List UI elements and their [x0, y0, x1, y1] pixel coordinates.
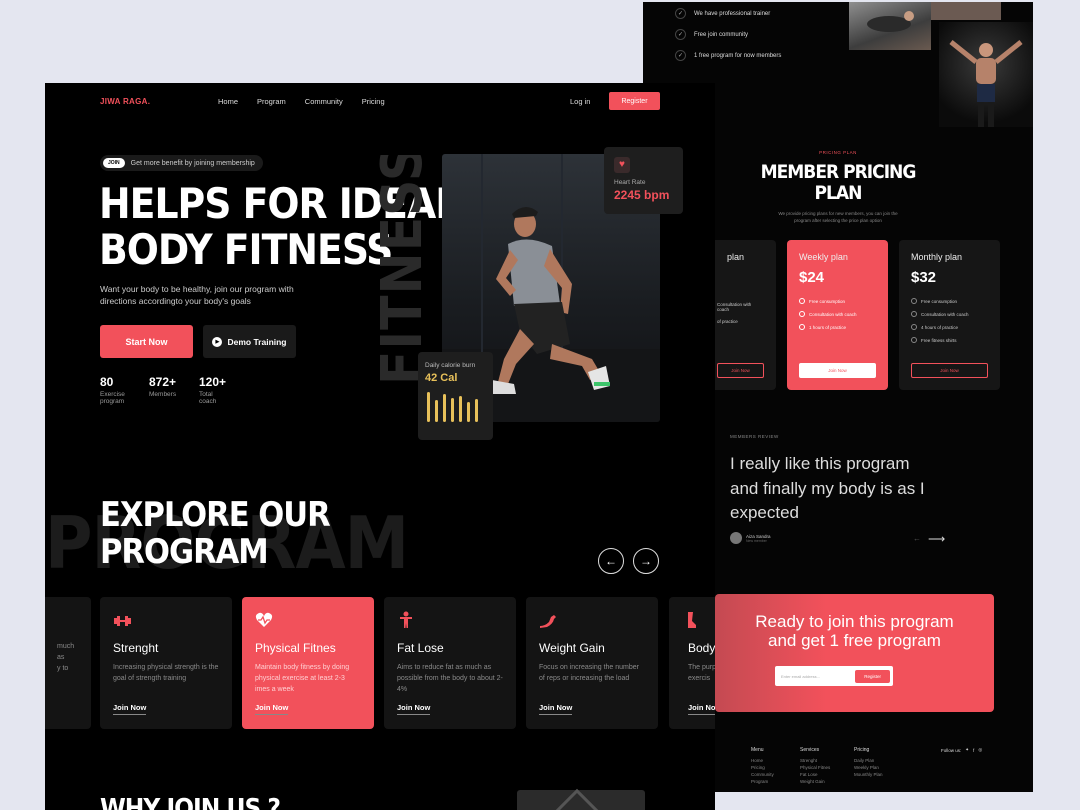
- arrow-right-icon[interactable]: ⟶: [928, 532, 945, 546]
- hero-subtitle: Want your body to be healthy, join our p…: [100, 284, 294, 306]
- twitter-icon[interactable]: ✦: [965, 747, 969, 753]
- review-quote: I really like this program and finally m…: [730, 454, 925, 522]
- nav-program[interactable]: Program: [257, 97, 286, 106]
- reviewer: Aiza Sandra New member: [730, 532, 771, 544]
- main-nav: Home Program Community Pricing: [218, 97, 385, 106]
- arrow-left-icon[interactable]: ←: [913, 534, 921, 543]
- check-icon: [911, 337, 917, 343]
- membership-badge[interactable]: JOIN Get more benefit by joining members…: [100, 155, 263, 171]
- join-now-button[interactable]: Join Now: [911, 363, 988, 378]
- heart-rate-card: ♥ Heart Rate 2245 bpm: [604, 147, 683, 214]
- why-join-title: WHY JOIN US ?: [100, 794, 281, 810]
- athlete-figure: [949, 40, 1023, 127]
- follow-us: Follow us: ✦ f ◎: [941, 747, 983, 753]
- check-icon: ✓: [675, 8, 686, 19]
- person-icon: [397, 611, 415, 629]
- front-screen: JIWA RAGA. Home Program Community Pricin…: [45, 83, 715, 810]
- program-card-fat-lose[interactable]: Fat Lose Aims to reduce fat as much as p…: [384, 597, 516, 729]
- register-button[interactable]: Register: [609, 92, 660, 110]
- gym-photo-large: [939, 22, 1033, 127]
- program-card-strenght[interactable]: Strenght Increasing physical strength is…: [100, 597, 232, 729]
- brand-logo[interactable]: JIWA RAGA.: [100, 97, 150, 106]
- plan-card-weekly: Weekly plan $24 Free consumption Consult…: [787, 240, 888, 390]
- muscle-arm-icon: [539, 611, 557, 629]
- stat-members: 872+ Members: [149, 375, 177, 398]
- feature-item: ✓ We have professional trainer: [675, 8, 781, 19]
- facebook-icon[interactable]: f: [973, 748, 974, 753]
- avatar: [730, 532, 742, 544]
- dumbbell-icon: [113, 611, 131, 629]
- plan-card-monthly: Monthly plan $32 Free consumption Consul…: [899, 240, 1000, 390]
- footer-services: Services Strenght Physical Fitnes Fat Lo…: [800, 747, 831, 784]
- check-icon: [911, 324, 917, 330]
- join-now-link[interactable]: Join Now: [397, 703, 431, 715]
- start-now-button[interactable]: Start Now: [100, 325, 193, 358]
- next-arrow-icon[interactable]: →: [633, 548, 659, 574]
- cta-register-button[interactable]: Register: [855, 669, 890, 683]
- gym-photo-top: [931, 2, 1001, 20]
- check-icon: ✓: [675, 50, 686, 61]
- explore-title: EXPLORE OUR PROGRAM: [100, 495, 331, 572]
- footer-menu: Menu Home Pricing Community Program: [751, 747, 774, 784]
- check-icon: [799, 298, 805, 304]
- calorie-card: Daily calorie burn 42 Cal: [418, 352, 493, 440]
- check-icon: [799, 324, 805, 330]
- program-card: much as y to: [45, 597, 91, 729]
- logo-shape: [555, 788, 599, 810]
- nav-pricing[interactable]: Pricing: [362, 97, 385, 106]
- login-link[interactable]: Log in: [570, 97, 590, 106]
- join-now-link[interactable]: Join Now: [255, 703, 289, 715]
- join-now-button[interactable]: Join Now: [717, 363, 764, 378]
- heart-icon: ♥: [614, 157, 630, 173]
- join-now-button[interactable]: Join Now: [799, 363, 876, 378]
- nav-community[interactable]: Community: [305, 97, 343, 106]
- instagram-icon[interactable]: ◎: [978, 747, 982, 753]
- review-kicker: MEMBERS REVIEW: [730, 434, 779, 439]
- check-icon: [911, 311, 917, 317]
- join-now-link[interactable]: Join Now: [113, 703, 147, 715]
- feature-item: ✓ 1 free program for now members: [675, 50, 781, 61]
- demo-training-button[interactable]: ▶ Demo Training: [203, 325, 296, 358]
- nav-home[interactable]: Home: [218, 97, 238, 106]
- play-icon: ▶: [212, 336, 223, 347]
- why-photo: [517, 788, 645, 810]
- program-card-physical[interactable]: Physical Fitnes Maintain body fitness by…: [242, 597, 374, 729]
- fitness-watermark: FITNESS: [378, 155, 428, 385]
- check-icon: ✓: [675, 29, 686, 40]
- stat-exercise: 80 Exercise program: [100, 375, 125, 405]
- email-field[interactable]: Enter email address... Register: [775, 666, 893, 686]
- stat-coach: 120+ Total coach: [199, 375, 227, 405]
- program-card-weight-gain[interactable]: Weight Gain Focus on increasing the numb…: [526, 597, 658, 729]
- check-icon: [911, 298, 917, 304]
- calorie-bars: [427, 392, 478, 422]
- program-card-body[interactable]: Body The purp exercis Join No: [669, 597, 715, 729]
- gym-photo-small: [849, 2, 931, 50]
- cta-title: Ready to join this program and get 1 fre…: [755, 612, 954, 650]
- check-icon: [799, 311, 805, 317]
- prev-arrow-icon[interactable]: ←: [598, 548, 624, 574]
- feature-item: ✓ Free join community: [675, 29, 781, 40]
- athlete-figure: [867, 11, 914, 32]
- leg-icon: [682, 611, 700, 629]
- heart-pulse-icon: [255, 611, 273, 629]
- join-now-link[interactable]: Join Now: [539, 703, 573, 715]
- footer-pricing: Pricing Daily Plan Weekly Plan Mounthly …: [854, 747, 883, 777]
- join-now-link[interactable]: Join No: [688, 703, 715, 715]
- cta-banner: Ready to join this program and get 1 fre…: [715, 594, 994, 712]
